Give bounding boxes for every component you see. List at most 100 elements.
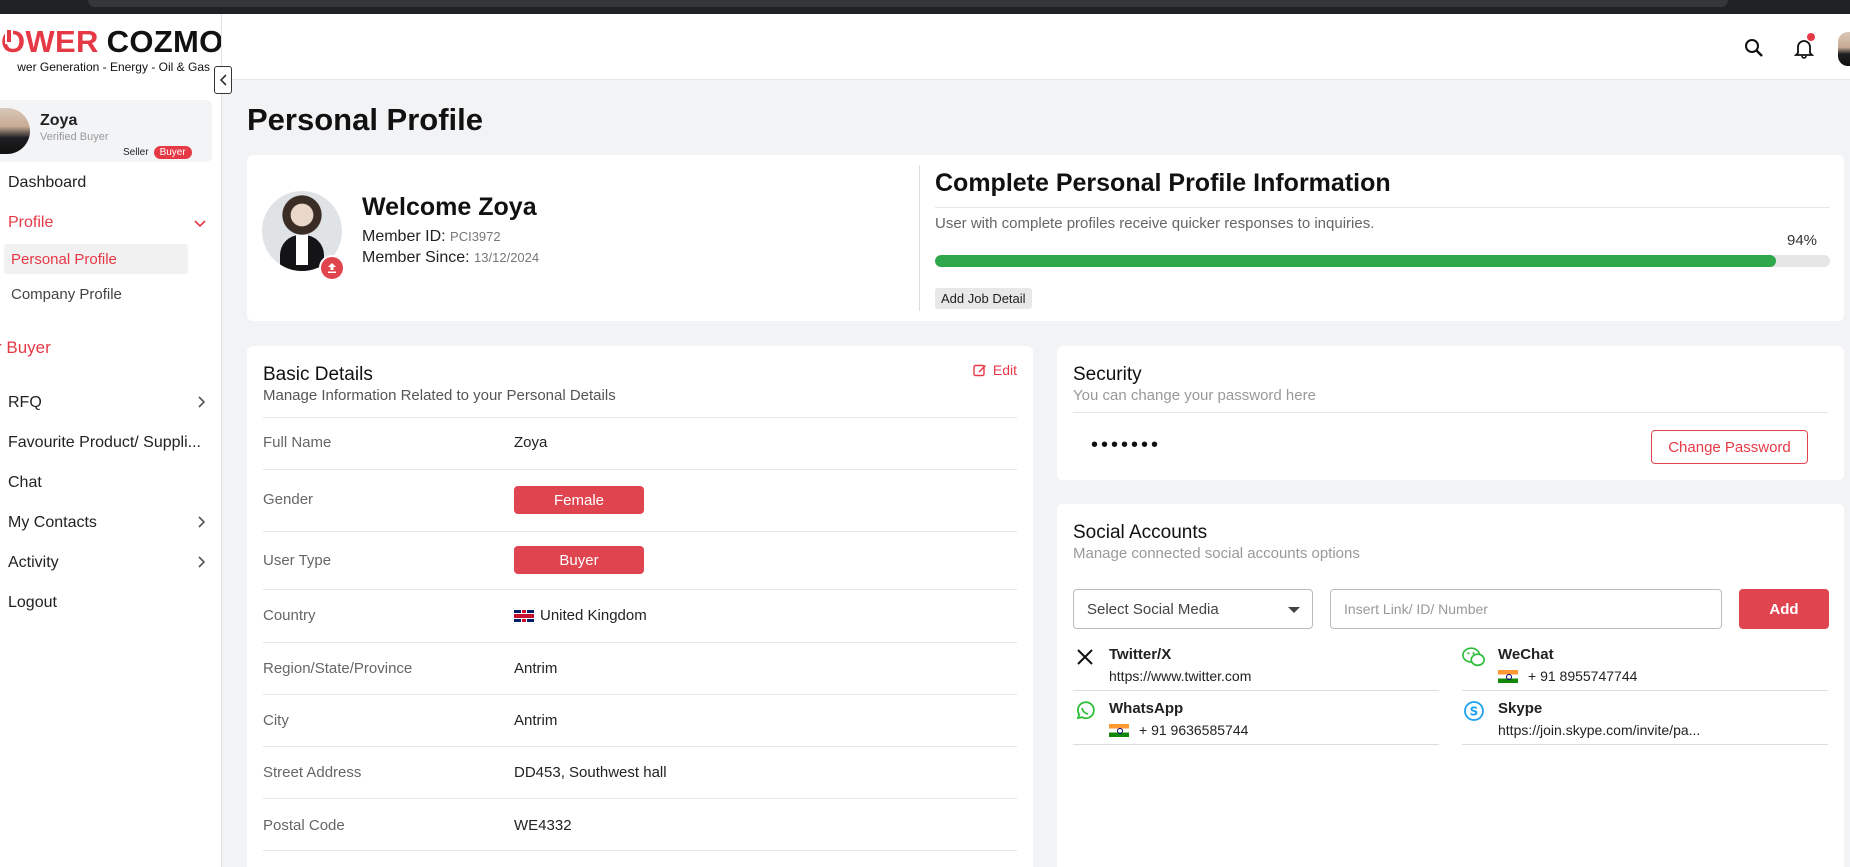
edit-button[interactable]: Edit <box>973 362 1017 378</box>
role-buyer[interactable]: Buyer <box>153 146 192 159</box>
completion-description: User with complete profiles receive quic… <box>935 215 1375 232</box>
sidebar-item-label: Activity <box>8 554 59 571</box>
sidebar-item-dashboard[interactable]: Dashboard <box>8 174 208 192</box>
skype-icon: S <box>1462 699 1486 723</box>
edit-icon <box>973 364 986 377</box>
sidebar-item-rfq[interactable]: RFQ <box>8 394 208 412</box>
user-type-pill: Buyer <box>514 546 644 574</box>
notification-bell-icon[interactable] <box>1792 33 1816 60</box>
address-bar[interactable] <box>88 0 1728 7</box>
social-value: + 91 8955747744 <box>1528 668 1638 684</box>
sidebar-item-label: Favourite Product/ Suppli... <box>8 434 201 451</box>
chevron-right-icon <box>198 395 206 411</box>
header-avatar[interactable] <box>1838 32 1850 66</box>
logo-text-left: OWER <box>1 24 99 59</box>
social-value: + 91 9636585744 <box>1139 722 1249 738</box>
india-flag-icon <box>1498 669 1518 683</box>
add-social-button[interactable]: Add <box>1739 589 1829 629</box>
brand-logo[interactable]: OWER COZMO wer Generation - Energy - Oil… <box>0 24 221 74</box>
section-label-buyer: r Buyer <box>0 338 51 357</box>
welcome-card: Welcome Zoya Member ID: PCI3972 Member S… <box>247 155 1844 321</box>
add-job-detail-badge[interactable]: Add Job Detail <box>935 288 1032 309</box>
divider <box>1073 412 1828 413</box>
member-id: Member ID: PCI3972 <box>362 228 501 246</box>
sidebar-item-personal-profile[interactable]: Personal Profile <box>4 244 188 274</box>
social-media-select[interactable]: Select Social Media <box>1073 589 1313 629</box>
x-twitter-icon <box>1073 645 1097 669</box>
security-title: Security <box>1073 364 1142 385</box>
browser-chrome <box>0 0 1850 14</box>
detail-row-postal: Postal Code WE4332 <box>263 798 1017 851</box>
divider <box>919 165 920 311</box>
detail-row-full-name: Full Name Zoya <box>263 417 1017 469</box>
logo-text-right: COZMO <box>106 24 222 59</box>
logo-tagline: wer Generation - Energy - Oil & Gas <box>17 60 210 74</box>
sidebar-item-favourite[interactable]: Favourite Product/ Suppli... <box>8 434 208 452</box>
sidebar-item-profile[interactable]: Profile <box>8 214 208 232</box>
detail-value: WE4332 <box>514 817 572 834</box>
social-name: WeChat <box>1498 646 1554 663</box>
member-since: Member Since: 13/12/2024 <box>362 249 539 267</box>
social-accounts-card: Social Accounts Manage connected social … <box>1057 504 1844 867</box>
detail-row-user-type: User Type Buyer <box>263 531 1017 589</box>
sidebar-item-contacts[interactable]: My Contacts <box>8 514 208 532</box>
detail-label: Country <box>263 607 316 624</box>
edit-label: Edit <box>992 362 1017 378</box>
sidebar-item-label: Company Profile <box>11 285 122 303</box>
member-since-label: Member Since: <box>362 249 470 266</box>
social-item-wechat[interactable]: WeChat + 91 8955747744 <box>1462 643 1828 691</box>
sidebar-item-logout[interactable]: Logout <box>8 594 208 612</box>
security-card: Security You can change your password he… <box>1057 346 1844 480</box>
chevron-down-icon <box>194 215 206 231</box>
social-name: Twitter/X <box>1109 646 1172 663</box>
wechat-icon <box>1462 645 1486 669</box>
password-mask: ••••••• <box>1091 434 1162 456</box>
detail-value: Antrim <box>514 712 558 729</box>
detail-label: Postal Code <box>263 817 345 834</box>
whatsapp-icon <box>1073 699 1097 723</box>
svg-text:S: S <box>1470 705 1479 719</box>
upload-photo-button[interactable] <box>319 255 345 281</box>
basic-details-subtitle: Manage Information Related to your Perso… <box>263 387 616 404</box>
sidebar-item-label: Chat <box>8 474 42 491</box>
chevron-right-icon <box>198 555 206 571</box>
detail-value: Zoya <box>514 434 548 451</box>
social-item-whatsapp[interactable]: WhatsApp + 91 9636585744 <box>1073 697 1439 745</box>
sidebar-item-label: Personal Profile <box>11 250 117 268</box>
sidebar-item-company-profile[interactable]: Company Profile <box>4 279 188 309</box>
sidebar-collapse-button[interactable] <box>214 66 232 94</box>
search-icon[interactable] <box>1742 36 1766 60</box>
completion-progress-fill <box>935 255 1777 267</box>
page-title: Personal Profile <box>247 102 484 137</box>
detail-value: Antrim <box>514 660 558 677</box>
role-seller[interactable]: Seller <box>118 146 154 159</box>
india-flag-icon <box>1109 723 1129 737</box>
social-item-twitter[interactable]: Twitter/X https://www.twitter.com <box>1073 643 1439 691</box>
user-status: Verified Buyer <box>40 131 109 143</box>
social-title: Social Accounts <box>1073 522 1208 543</box>
upload-icon <box>328 263 336 273</box>
completion-percent: 94% <box>1787 232 1818 249</box>
sidebar-item-label: Profile <box>8 214 54 231</box>
completion-title: Complete Personal Profile Information <box>935 169 1391 197</box>
change-password-button[interactable]: Change Password <box>1651 430 1808 464</box>
member-id-value: PCI3972 <box>450 229 501 244</box>
welcome-title: Welcome Zoya <box>362 193 537 221</box>
social-link-input[interactable] <box>1330 589 1722 629</box>
sidebar-item-chat[interactable]: Chat <box>8 474 208 492</box>
sidebar-item-label: Logout <box>8 594 57 611</box>
sidebar-item-activity[interactable]: Activity <box>8 554 208 572</box>
detail-row-city: City Antrim <box>263 694 1017 746</box>
top-bar <box>222 14 1850 80</box>
select-value: Select Social Media <box>1087 600 1219 618</box>
user-avatar <box>0 108 30 154</box>
security-subtitle: You can change your password here <box>1073 387 1316 404</box>
basic-details-card: Basic Details Manage Information Related… <box>247 346 1033 867</box>
social-value: https://www.twitter.com <box>1109 668 1252 684</box>
social-item-skype[interactable]: S Skype https://join.skype.com/invite/pa… <box>1462 697 1828 745</box>
sidebar: OWER COZMO wer Generation - Energy - Oil… <box>0 14 222 867</box>
photo-shirt <box>296 235 308 265</box>
role-toggle[interactable]: Seller Buyer <box>118 146 192 159</box>
social-name: WhatsApp <box>1109 700 1184 717</box>
detail-row-region: Region/State/Province Antrim <box>263 642 1017 694</box>
